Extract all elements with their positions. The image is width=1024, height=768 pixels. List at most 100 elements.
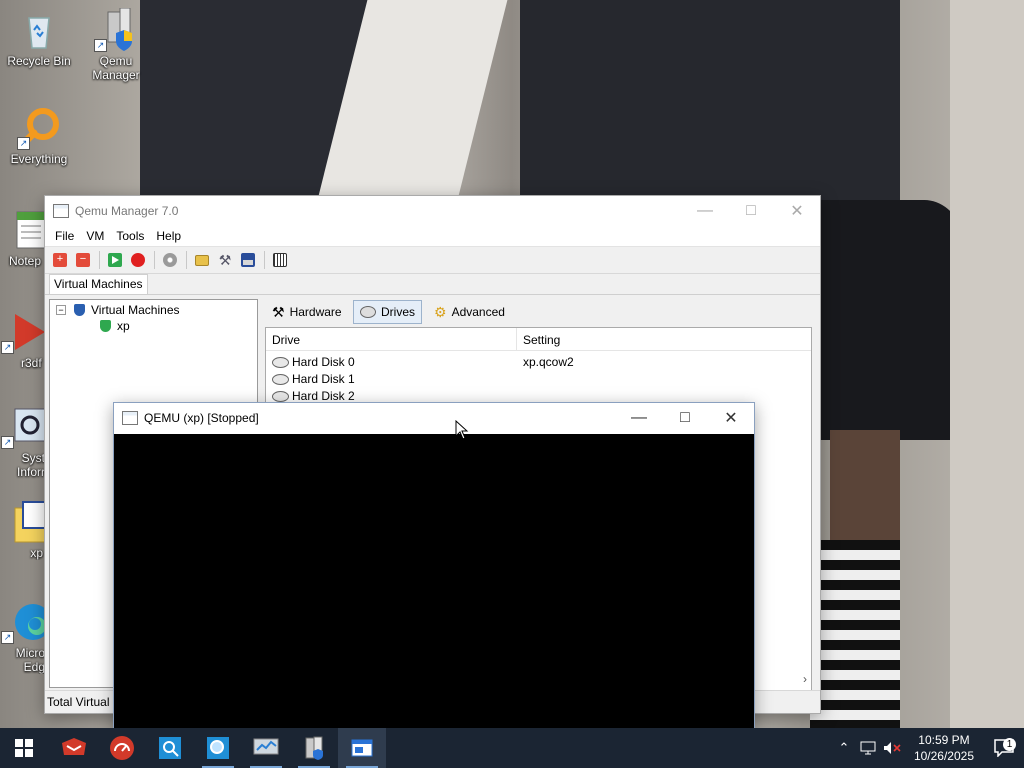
taskbar-app-5[interactable] [242,728,290,768]
vm-display-screen[interactable] [114,434,754,729]
desktop-icon-r3df[interactable]: ↗ r3df [1,310,45,370]
tab-advanced[interactable]: ⚙ Advanced [427,300,512,324]
desktop-icon-recycle-bin[interactable]: Recycle Bin [1,8,77,68]
start-vm-icon [108,253,122,267]
options-icon [273,253,287,267]
cd-icon [163,253,177,267]
taskbar-qemu-display[interactable] [338,728,386,768]
desktop-icon-xp[interactable]: xp [1,500,45,560]
maximize-button[interactable]: □ [728,196,774,226]
desktop-icon-label: Notep [9,254,42,268]
remove-vm-button[interactable]: − [72,249,94,271]
start-vm-button[interactable] [104,249,126,271]
show-hidden-icons-icon[interactable]: ⌃ [832,740,856,756]
folder-icon [1,500,45,544]
cd-button[interactable] [159,249,181,271]
shortcut-arrow-icon: ↗ [94,39,107,52]
menu-file[interactable]: File [49,229,80,243]
volume-muted-icon[interactable] [880,741,904,755]
options-button[interactable] [269,249,291,271]
tab-virtual-machines[interactable]: Virtual Machines [49,274,148,294]
toolbar-separator [186,251,187,269]
desktop-icon-qemu-manager[interactable]: ↗ Qemu Manager [78,7,154,82]
toolbar-separator [264,251,265,269]
desktop-icon-label: Everything [10,152,68,166]
notepad-icon [1,208,45,252]
start-button[interactable] [0,728,48,768]
table-row[interactable]: Hard Disk 0 xp.qcow2 [266,353,811,370]
vm-shield-icon [100,320,111,332]
clock-date: 10/26/2025 [913,749,974,763]
desktop-icon-system-information[interactable]: ↗ Syst Inforr [1,405,45,479]
drives-icon [360,306,376,318]
tab-hardware[interactable]: ⚒ Hardware [265,300,349,324]
hardware-icon: ⚒ [272,303,285,320]
table-row[interactable]: Hard Disk 1 [266,370,811,387]
system-information-icon: ↗ [1,405,45,449]
tree-root[interactable]: − Virtual Machines [56,302,180,318]
drive-setting: xp.qcow2 [523,355,574,369]
save-button[interactable] [237,249,259,271]
column-header-setting[interactable]: Setting [523,333,560,347]
tab-label: Advanced [451,305,505,319]
shortcut-arrow-icon: ↗ [1,341,14,354]
mouse-cursor-icon [455,419,469,443]
taskbar-app-3[interactable] [146,728,194,768]
tab-label: Hardware [289,305,342,319]
clock[interactable]: 10:59 PM 10/26/2025 [904,732,984,764]
qemu-manager-icon [305,736,323,760]
tree-item-label: xp [117,319,130,333]
settings-button[interactable]: ⚒ [214,249,236,271]
vm-tab-strip: Virtual Machines [45,274,820,295]
taskbar-app-2[interactable] [98,728,146,768]
stop-vm-button[interactable] [127,249,149,271]
title-bar[interactable]: Qemu Manager 7.0 — □ ✕ [45,196,820,226]
tab-drives[interactable]: Drives [353,300,423,324]
open-folder-button[interactable] [191,249,213,271]
desktop-icon-label: Micro Edg [15,646,45,674]
network-icon[interactable] [856,741,880,755]
shortcut-arrow-icon: ↗ [1,631,14,644]
desktop-icon-label: r3df [21,356,42,370]
desktop-icon-notepad[interactable]: Notep [1,208,45,268]
search-app-icon [159,737,181,759]
add-vm-button[interactable]: + [49,249,71,271]
column-header-drive[interactable]: Drive [272,333,300,347]
scroll-right-arrow-icon[interactable]: › [803,672,807,686]
toolbar-separator [99,251,100,269]
close-button[interactable]: ✕ [774,196,820,226]
minimize-button[interactable]: — [682,196,728,226]
desktop-icon-everything[interactable]: ↗ Everything [1,106,77,166]
collapse-icon[interactable]: − [56,305,66,315]
taskbar-qemu-manager[interactable] [290,728,338,768]
close-button[interactable]: ✕ [708,403,754,433]
taskbar-app-4[interactable] [194,728,242,768]
menu-help[interactable]: Help [150,229,187,243]
shortcut-arrow-icon: ↗ [17,137,30,150]
advanced-gear-icon: ⚙ [434,303,447,320]
recycle-bin-icon [17,8,61,52]
menu-bar: File VM Tools Help [45,226,820,246]
menu-tools[interactable]: Tools [110,229,150,243]
drive-name: Hard Disk 1 [292,372,355,386]
taskbar-app-1[interactable] [50,728,98,768]
minimize-button[interactable]: — [616,403,662,433]
desktop-icon-label: Syst Inforr [16,451,45,479]
title-bar[interactable]: QEMU (xp) [Stopped] — □ ✕ [114,403,754,433]
notifications-button[interactable]: 1 [984,738,1024,757]
hard-disk-icon [272,373,289,385]
column-divider [516,328,517,350]
tree-item-xp[interactable]: xp [100,318,130,334]
toolbar: + − ⚒ [45,246,820,274]
drive-name: Hard Disk 0 [292,355,355,369]
maximize-button[interactable]: □ [662,403,708,433]
notification-badge: 1 [1003,738,1016,751]
tab-label: Drives [381,305,416,319]
shortcut-arrow-icon: ↗ [1,436,14,449]
toolbar-separator [154,251,155,269]
stop-vm-icon [131,253,145,267]
menu-vm[interactable]: VM [80,229,110,243]
gauge-icon [110,736,134,760]
desktop-icon-microsoft-edge[interactable]: ↗ Micro Edg [1,600,45,674]
add-vm-icon: + [53,253,67,267]
